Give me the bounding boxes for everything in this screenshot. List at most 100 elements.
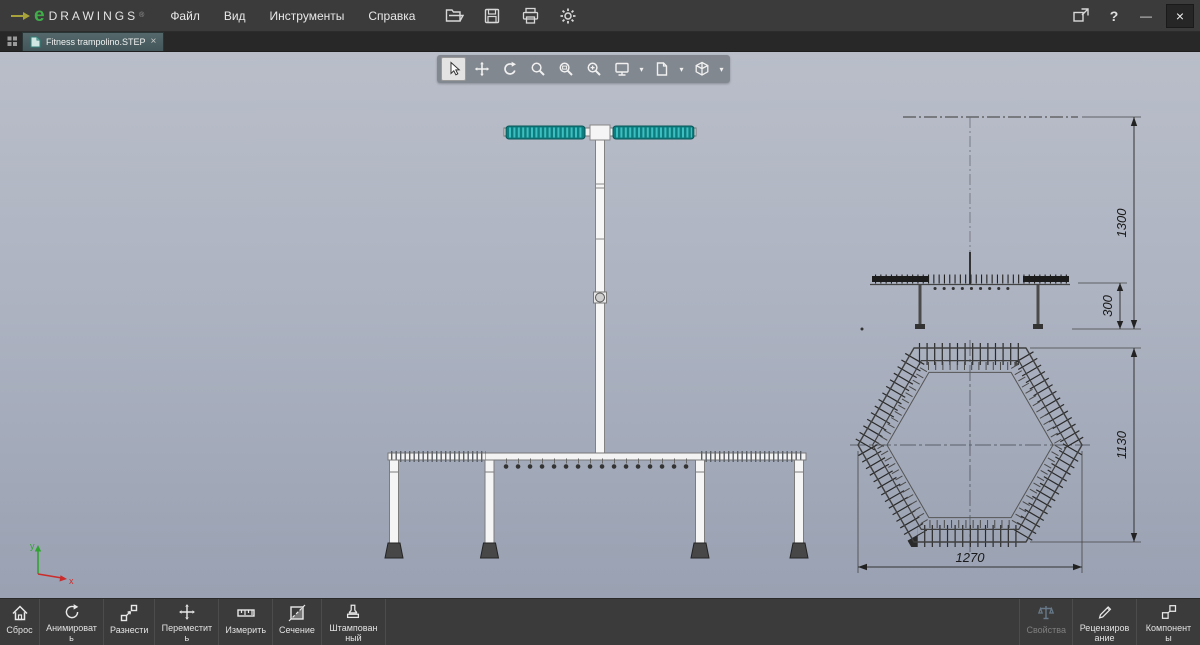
review-button[interactable]: Рецензирование bbox=[1072, 599, 1136, 645]
animate-label: Анимировать bbox=[46, 623, 97, 643]
display-mode-button[interactable] bbox=[649, 57, 674, 81]
tab-close-icon[interactable]: × bbox=[151, 37, 157, 47]
publish-button[interactable] bbox=[1068, 4, 1094, 28]
bottom-toolbar-spacer bbox=[386, 599, 1020, 645]
tab-bar: Fitness trampolino.STEP × bbox=[0, 32, 1200, 52]
options-button[interactable] bbox=[555, 4, 581, 28]
cube-icon bbox=[695, 61, 708, 76]
zoom-area-tool-button[interactable] bbox=[553, 57, 578, 81]
home-icon bbox=[11, 605, 28, 621]
ruler-icon bbox=[236, 609, 255, 617]
menu-help[interactable]: Справка bbox=[356, 0, 427, 32]
reset-button[interactable]: Сброс bbox=[0, 599, 40, 645]
close-button[interactable]: × bbox=[1166, 3, 1194, 28]
sheet-icon bbox=[656, 62, 667, 76]
edrawings-logo: e DRAWINGS ® bbox=[0, 0, 158, 32]
triad-y-label: y bbox=[30, 541, 35, 551]
handlebar-t-joint bbox=[589, 124, 611, 141]
zoom-fit-tool-button[interactable] bbox=[525, 57, 550, 81]
printer-icon bbox=[522, 7, 539, 24]
menu-bar: Файл Вид Инструменты Справка bbox=[158, 0, 427, 32]
standard-views-caret-icon[interactable]: ▾ bbox=[717, 65, 726, 74]
monitor-icon bbox=[614, 62, 629, 76]
select-tool-button[interactable] bbox=[441, 57, 466, 81]
review-label: Рецензирование bbox=[1079, 623, 1130, 643]
section-icon bbox=[288, 604, 306, 622]
display-mode-caret-icon[interactable]: ▾ bbox=[677, 65, 686, 74]
cursor-arrow-icon bbox=[450, 61, 460, 76]
minimize-button[interactable]: — bbox=[1134, 9, 1158, 23]
help-button[interactable]: ? bbox=[1102, 8, 1126, 24]
grid-icon bbox=[7, 36, 17, 46]
pencil-icon bbox=[1098, 606, 1111, 619]
components-icon bbox=[1161, 605, 1176, 619]
explode-button[interactable]: Разнести bbox=[104, 599, 156, 645]
tab-list-icon[interactable] bbox=[4, 33, 20, 49]
pan-tool-button[interactable] bbox=[469, 57, 494, 81]
explode-label: Разнести bbox=[110, 625, 149, 635]
dim-text-1300: 1300 bbox=[1114, 208, 1129, 238]
section-label: Сечение bbox=[279, 625, 315, 635]
view-orientation-button[interactable] bbox=[609, 57, 634, 81]
export-window-icon bbox=[1073, 8, 1089, 22]
gear-icon bbox=[560, 8, 576, 23]
explode-icon bbox=[120, 604, 138, 622]
logo-reg-mark: ® bbox=[139, 12, 145, 19]
dimension-300: 300 bbox=[1078, 282, 1127, 329]
pan-arrows-icon bbox=[474, 61, 489, 77]
orientation-triad: x y bbox=[30, 541, 74, 586]
logo-arrow-icon bbox=[11, 11, 30, 20]
components-button[interactable]: Компоненты bbox=[1136, 599, 1200, 645]
stamped-label: Штампованный bbox=[329, 623, 378, 643]
model-viewport[interactable]: 1300 300 1130 1270 ▾ ▾ ▾ x y bbox=[0, 52, 1200, 598]
logo-text: DRAWINGS bbox=[48, 8, 139, 23]
animate-icon bbox=[65, 604, 78, 619]
document-icon bbox=[30, 36, 41, 48]
measure-label: Измерить bbox=[225, 625, 267, 635]
header-toolbar bbox=[441, 4, 581, 28]
save-button[interactable] bbox=[479, 4, 505, 28]
dim-text-1130: 1130 bbox=[1114, 430, 1129, 459]
move-button[interactable]: Переместить bbox=[155, 599, 220, 645]
clamp-knob bbox=[595, 292, 605, 303]
zoom-tool-button[interactable] bbox=[581, 57, 606, 81]
zoom-fit-icon bbox=[531, 62, 545, 76]
window-controls: ? — × bbox=[1068, 3, 1200, 28]
leg-feet bbox=[384, 542, 809, 559]
standard-views-button[interactable] bbox=[689, 57, 714, 81]
zoom-in-icon bbox=[587, 62, 601, 76]
dim-text-1270: 1270 bbox=[956, 550, 986, 565]
reset-label: Сброс bbox=[6, 625, 33, 635]
components-label: Компоненты bbox=[1145, 623, 1192, 643]
section-button[interactable]: Сечение bbox=[273, 599, 322, 645]
move-label: Переместить bbox=[161, 623, 213, 643]
bottom-toolbar: Сброс Анимировать Разнести Переместить И… bbox=[0, 598, 1200, 645]
handlebar-grip-right bbox=[612, 125, 695, 140]
stamp-icon bbox=[347, 604, 360, 619]
triad-x-label: x bbox=[69, 576, 74, 586]
open-file-button[interactable] bbox=[441, 4, 467, 28]
stamped-button[interactable]: Штампованный bbox=[322, 599, 386, 645]
move-icon bbox=[178, 604, 195, 620]
open-folder-icon bbox=[445, 9, 464, 22]
logo-e: e bbox=[34, 4, 45, 26]
animate-button[interactable]: Анимировать bbox=[40, 599, 104, 645]
print-button[interactable] bbox=[517, 4, 543, 28]
tab-fitness-trampolino[interactable]: Fitness trampolino.STEP × bbox=[22, 32, 165, 51]
measure-button[interactable]: Измерить bbox=[219, 599, 274, 645]
zoom-area-icon bbox=[559, 62, 573, 76]
handlebar-grip-left bbox=[505, 125, 586, 140]
side-view-coil-left bbox=[872, 276, 929, 282]
properties-button[interactable]: Свойства bbox=[1019, 599, 1072, 645]
rotate-tool-button[interactable] bbox=[497, 57, 522, 81]
side-view-coil-right bbox=[1023, 276, 1069, 282]
view-toolbar: ▾ ▾ ▾ bbox=[437, 55, 730, 83]
title-bar: e DRAWINGS ® Файл Вид Инструменты Справк… bbox=[0, 0, 1200, 32]
menu-view[interactable]: Вид bbox=[212, 0, 258, 32]
legs bbox=[389, 459, 804, 545]
menu-file[interactable]: Файл bbox=[158, 0, 212, 32]
rotate-arrows-icon bbox=[503, 61, 516, 75]
menu-tools[interactable]: Инструменты bbox=[258, 0, 357, 32]
properties-label: Свойства bbox=[1026, 625, 1066, 635]
view-orientation-caret-icon[interactable]: ▾ bbox=[637, 65, 646, 74]
